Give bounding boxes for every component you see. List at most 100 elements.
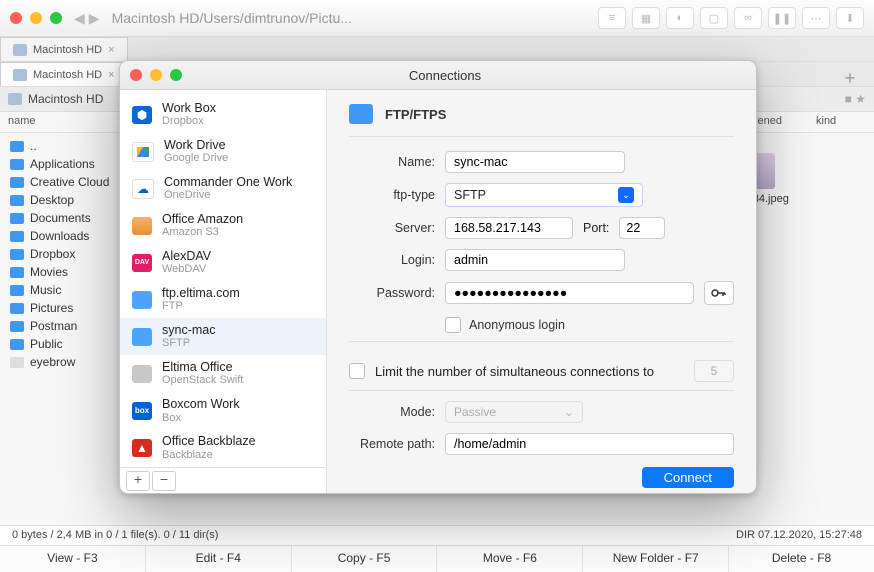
file-name: Public	[30, 337, 63, 351]
file-name: ..	[30, 139, 37, 153]
connection-item[interactable]: boxBoxcom WorkBox	[120, 392, 326, 429]
remove-connection-button[interactable]: −	[152, 471, 176, 491]
connection-title: AlexDAV	[162, 249, 211, 263]
limit-checkbox[interactable]	[349, 363, 365, 379]
connection-title: Eltima Office	[162, 360, 243, 374]
key-icon	[711, 287, 727, 299]
onedrive-icon: ☁	[132, 179, 154, 199]
col-kind[interactable]: kind	[808, 112, 874, 132]
folder-icon	[10, 231, 24, 242]
ftp-icon	[349, 104, 373, 124]
file-name: Postman	[30, 319, 77, 333]
folder-icon	[10, 177, 24, 188]
server-input[interactable]	[445, 217, 573, 239]
bg-traffic-lights[interactable]	[10, 12, 62, 24]
star-icon[interactable]: ■ ★	[845, 92, 866, 106]
fn-button[interactable]: Edit - F4	[146, 546, 292, 572]
connections-dialog: Connections ⬢Work BoxDropboxWork DriveGo…	[119, 60, 757, 494]
connection-subtitle: SFTP	[162, 337, 215, 350]
form-title: FTP/FTPS	[385, 107, 446, 122]
server-label: Server:	[349, 221, 435, 235]
add-tab-icon[interactable]: +	[840, 68, 860, 88]
connection-item[interactable]: Eltima OfficeOpenStack Swift	[120, 355, 326, 392]
login-label: Login:	[349, 253, 435, 267]
toolbar-btn[interactable]: ⋯	[802, 7, 830, 29]
connection-subtitle: Amazon S3	[162, 226, 243, 239]
connection-subtitle: WebDAV	[162, 263, 211, 276]
bg-close-dot[interactable]	[10, 12, 22, 24]
close-dot[interactable]	[130, 69, 142, 81]
name-input[interactable]	[445, 151, 625, 173]
file-name: Pictures	[30, 301, 73, 315]
fn-button[interactable]: New Folder - F7	[583, 546, 729, 572]
mode-value: Passive	[454, 405, 496, 419]
bg-nav[interactable]: ◀ ▶	[74, 10, 100, 27]
key-button[interactable]	[704, 281, 734, 305]
fn-button[interactable]: Copy - F5	[292, 546, 438, 572]
bg-zoom-dot[interactable]	[50, 12, 62, 24]
close-icon[interactable]: ×	[108, 69, 114, 81]
connection-title: Office Backblaze	[162, 434, 256, 448]
status-left: 0 bytes / 2,4 MB in 0 / 1 file(s). 0 / 1…	[0, 526, 437, 546]
connection-subtitle: OneDrive	[164, 189, 292, 202]
forward-icon[interactable]: ▶	[89, 10, 100, 27]
port-label: Port:	[583, 221, 609, 235]
add-connection-button[interactable]: +	[126, 471, 150, 491]
folder-icon	[10, 303, 24, 314]
file-icon	[10, 357, 24, 368]
toolbar-btn[interactable]: ◐	[666, 7, 694, 29]
tab-label: Macintosh HD	[33, 44, 102, 56]
connection-item[interactable]: Office AmazonAmazon S3	[120, 207, 326, 244]
fn-button[interactable]: Move - F6	[437, 546, 583, 572]
file-name: Creative Cloud	[30, 175, 109, 189]
tab[interactable]: Macintosh HD ×	[0, 37, 128, 61]
anonymous-checkbox[interactable]	[445, 317, 461, 333]
ftp-type-select[interactable]: SFTP ⌄	[445, 183, 643, 207]
ftp-type-value: SFTP	[454, 188, 486, 202]
pane-path: Macintosh HD	[28, 92, 103, 106]
file-name: Documents	[30, 211, 91, 225]
toolbar-btn[interactable]: ≡	[598, 7, 626, 29]
port-input[interactable]	[619, 217, 665, 239]
limit-count: 5	[694, 360, 734, 382]
close-icon[interactable]: ×	[108, 44, 114, 56]
password-input[interactable]	[445, 282, 694, 304]
back-icon[interactable]: ◀	[74, 10, 85, 27]
b2-icon: ▲	[132, 439, 152, 457]
toolbar-btn[interactable]: ▦	[632, 7, 660, 29]
connect-button[interactable]: Connect	[642, 467, 734, 488]
connection-subtitle: Dropbox	[162, 115, 216, 128]
connection-item[interactable]: ftp.eltima.comFTP	[120, 281, 326, 318]
remote-path-input[interactable]	[445, 433, 734, 455]
box-icon: box	[132, 402, 152, 420]
toolbar-btn[interactable]: ∞	[734, 7, 762, 29]
connection-item[interactable]: Work DriveGoogle Drive	[120, 133, 326, 170]
toolbar-btn[interactable]: ❚❚	[768, 7, 796, 29]
ftp-icon	[132, 291, 152, 309]
connection-subtitle: OpenStack Swift	[162, 374, 243, 387]
tab[interactable]: Macintosh HD×	[0, 62, 128, 86]
connection-item[interactable]: sync-macSFTP	[120, 318, 326, 355]
connection-item[interactable]: ▲Office BackblazeBackblaze	[120, 429, 326, 466]
connection-item[interactable]: DAVAlexDAVWebDAV	[120, 244, 326, 281]
swift-icon	[132, 365, 152, 383]
fn-button[interactable]: Delete - F8	[729, 546, 874, 572]
bg-minimize-dot[interactable]	[30, 12, 42, 24]
connection-subtitle: Google Drive	[164, 152, 228, 165]
login-input[interactable]	[445, 249, 625, 271]
status-right: DIR 07.12.2020, 15:27:48	[437, 526, 874, 546]
folder-icon	[10, 339, 24, 350]
file-name: Downloads	[30, 229, 89, 243]
fn-button[interactable]: View - F3	[0, 546, 146, 572]
mode-select: Passive ⌄	[445, 401, 583, 423]
connection-item[interactable]: ⬢Work BoxDropbox	[120, 96, 326, 133]
connection-title: ftp.eltima.com	[162, 286, 240, 300]
chevron-down-icon: ⌄	[564, 405, 574, 419]
toolbar-btn[interactable]: ▢	[700, 7, 728, 29]
dropbox-icon: ⬢	[132, 106, 152, 124]
toolbar-btn[interactable]: ⬇	[836, 7, 864, 29]
folder-icon	[10, 213, 24, 224]
connection-item[interactable]: ☁Commander One WorkOneDrive	[120, 170, 326, 207]
connection-title: Office Amazon	[162, 212, 243, 226]
anonymous-label: Anonymous login	[469, 318, 565, 332]
